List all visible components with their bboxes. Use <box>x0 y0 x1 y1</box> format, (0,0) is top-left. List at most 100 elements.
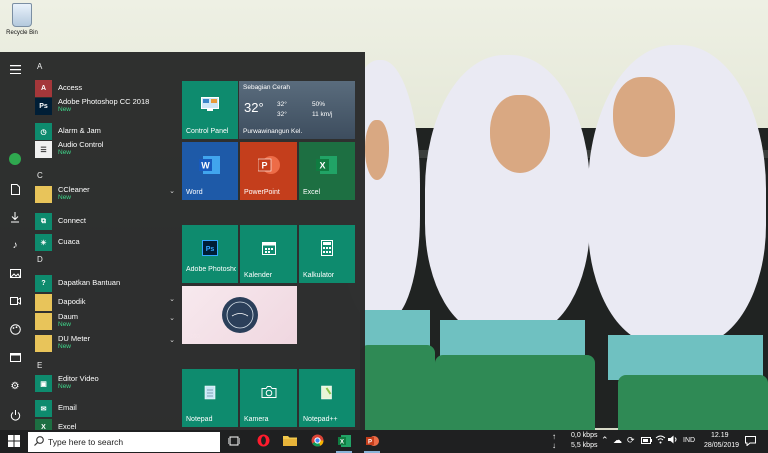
app-name: Alarm & Jam <box>58 126 101 135</box>
app-name: Dapodik <box>58 297 86 306</box>
tile-photos[interactable]: Foto <box>182 286 297 344</box>
app-item[interactable]: DU Meter New ⌄ <box>35 334 175 352</box>
app-item[interactable]: Ps Adobe Photoshop CC 2018 New <box>35 97 175 115</box>
tile-label: Excel <box>303 189 321 196</box>
taskbar-file-explorer[interactable] <box>280 433 300 450</box>
taskbar-opera[interactable] <box>253 433 273 450</box>
girl-figure-2 <box>425 55 595 430</box>
search-icon <box>34 436 44 449</box>
tile-kalender[interactable]: Kalender <box>240 225 297 283</box>
clock-date[interactable]: 28/05/2019 <box>704 442 739 449</box>
tile-notepad[interactable]: Notepad <box>182 369 238 427</box>
new-badge: New <box>58 383 72 390</box>
clock-time[interactable]: 12.19 <box>711 432 729 439</box>
music-icon[interactable]: ♪ <box>8 238 22 252</box>
group-letter[interactable]: E <box>37 361 42 370</box>
group-letter[interactable]: C <box>37 171 43 180</box>
video-editor-icon: ▣ <box>35 375 52 392</box>
weather-sun-icon: ☀ <box>35 234 52 251</box>
downloads-icon[interactable] <box>8 210 22 224</box>
svg-text:W: W <box>201 161 210 171</box>
recycle-bin[interactable]: Recycle Bin <box>2 3 42 36</box>
windows-logo-icon <box>8 434 20 449</box>
app-item[interactable]: Daum New ⌄ <box>35 312 175 330</box>
group-letter[interactable]: A <box>37 62 42 71</box>
group-letter[interactable]: D <box>37 255 43 264</box>
notification-icon[interactable] <box>745 436 756 448</box>
tile-control-panel[interactable]: Control Panel <box>182 81 238 139</box>
start-button[interactable] <box>0 430 28 453</box>
app-item[interactable]: ◷ Alarm & Jam <box>35 122 175 140</box>
folder-icon <box>35 335 52 352</box>
tile-label: Kalender <box>244 272 273 279</box>
app-name: Connect <box>58 216 86 225</box>
videos-icon[interactable] <box>8 294 22 308</box>
recycle-bin-icon <box>12 3 32 27</box>
tile-label: Notepad <box>186 416 213 423</box>
app-item[interactable]: ☰ Audio Control New <box>35 140 175 158</box>
weather-city: Purwawinangun Kel. <box>243 128 303 135</box>
taskbar: X P ↑↓ 0,0 kbps 5,5 kbps ⌃ ☁ ⟳ IND 12.19… <box>0 430 768 453</box>
folder-icon <box>35 294 52 311</box>
taskbar-search[interactable] <box>28 432 220 452</box>
weather-temp: 32° <box>244 100 264 115</box>
tile-word[interactable]: W Word <box>182 142 238 200</box>
volume-icon[interactable] <box>668 435 678 446</box>
folder-icon <box>283 435 297 448</box>
tile-powerpoint[interactable]: P PowerPoint <box>240 142 297 200</box>
new-badge: New <box>58 343 72 350</box>
documents-icon[interactable] <box>8 182 22 196</box>
tile-kalkulator[interactable]: Kalkulator <box>299 225 355 283</box>
taskbar-powerpoint[interactable]: P <box>362 433 382 453</box>
settings-gear-icon[interactable]: ⚙ <box>8 379 22 393</box>
app-item[interactable]: ▣ Editor Video New <box>35 374 175 392</box>
tile-photoshop[interactable]: Ps Adobe Photoshop C... <box>182 225 238 283</box>
weather-low: 32° <box>277 111 287 118</box>
user-avatar-icon[interactable] <box>8 152 22 166</box>
search-input[interactable] <box>48 435 213 449</box>
girl-figure-3 <box>588 45 768 430</box>
battery-icon[interactable] <box>641 437 652 446</box>
app-item[interactable]: ✉ Email <box>35 399 175 417</box>
chevron-down-icon[interactable]: ⌄ <box>169 314 175 322</box>
tile-label: Kalkulator <box>303 272 335 279</box>
chevron-up-icon[interactable]: ⌃ <box>601 435 609 446</box>
notepadpp-icon <box>320 384 335 400</box>
app-item[interactable]: A Access <box>35 79 175 97</box>
hamburger-menu-icon[interactable] <box>8 62 22 76</box>
tile-weather[interactable]: Sebagian Cerah 32° 32° 32° 50% 11 km/j P… <box>239 81 355 139</box>
app-item[interactable]: Dapodik ⌄ <box>35 293 175 311</box>
new-badge: New <box>58 321 72 328</box>
chevron-down-icon[interactable]: ⌄ <box>169 187 175 195</box>
pictures-icon[interactable] <box>8 266 22 280</box>
tile-notepadpp[interactable]: Notepad++ <box>299 369 355 427</box>
start-menu: ♪ ⚙ A A Access Ps Adobe Photoshop CC 2018 New… <box>0 52 365 436</box>
tile-label: PowerPoint <box>244 189 280 196</box>
chevron-down-icon[interactable]: ⌄ <box>169 336 175 344</box>
language-indicator[interactable]: IND <box>683 437 695 444</box>
app-item[interactable]: ⧉ Connect <box>35 212 175 230</box>
app-item[interactable]: CCleaner New ⌄ <box>35 185 175 203</box>
svg-text:X: X <box>339 439 343 445</box>
app-item[interactable]: ☀ Cuaca <box>35 233 175 251</box>
app-name: Daum <box>58 312 79 321</box>
wifi-icon[interactable] <box>655 435 666 446</box>
file-explorer-icon[interactable] <box>8 350 22 364</box>
sync-icon[interactable]: ⟳ <box>627 435 635 446</box>
taskbar-chrome[interactable] <box>307 433 327 450</box>
chrome-icon <box>311 434 324 449</box>
recycle-bin-label: Recycle Bin <box>6 30 38 36</box>
personalization-icon[interactable] <box>8 322 22 336</box>
task-view-button[interactable] <box>224 433 244 450</box>
photoshop-icon: Ps <box>202 240 218 257</box>
app-item[interactable]: ? Dapatkan Bantuan <box>35 274 175 292</box>
chevron-down-icon[interactable]: ⌄ <box>169 295 175 303</box>
excel-icon: X <box>316 155 338 175</box>
power-icon[interactable] <box>8 408 22 422</box>
tile-excel[interactable]: X Excel <box>299 142 355 200</box>
notepad-icon <box>203 384 217 400</box>
svg-text:X: X <box>319 161 325 171</box>
taskbar-excel[interactable]: X <box>334 433 354 453</box>
tile-kamera[interactable]: Kamera <box>240 369 297 427</box>
cloud-icon[interactable]: ☁ <box>613 435 622 446</box>
